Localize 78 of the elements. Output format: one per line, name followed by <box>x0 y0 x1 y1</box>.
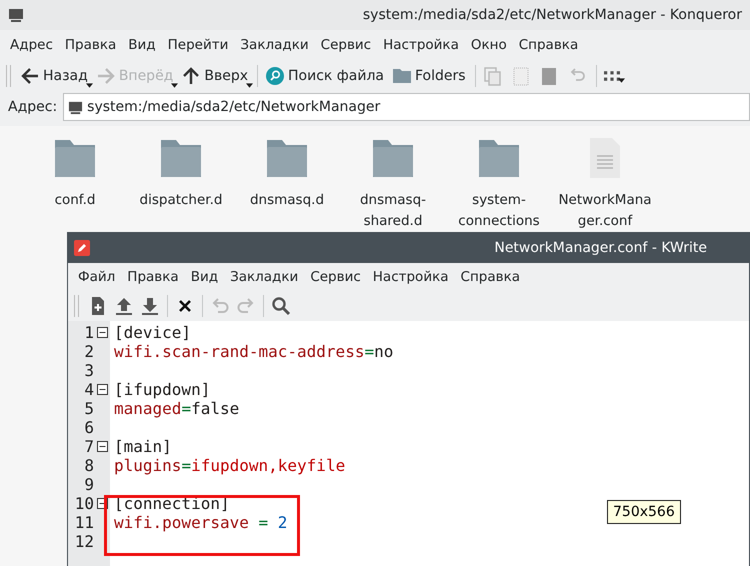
line-number: 12 <box>74 532 94 551</box>
menu-item[interactable]: Перейти <box>162 37 234 53</box>
menu-item[interactable]: Вид <box>122 37 162 53</box>
code-line: [main] <box>114 437 172 456</box>
folder-icon <box>392 66 412 86</box>
window-title: NetworkManager.conf - KWrite <box>494 240 707 256</box>
fold-toggle-icon[interactable] <box>96 441 108 452</box>
menu-item[interactable]: Правка <box>121 269 185 285</box>
line-number: 9 <box>84 475 94 494</box>
toolbar-button[interactable]: Назад <box>17 64 93 88</box>
address-label: Адрес: <box>8 99 58 115</box>
folder-icon[interactable] <box>372 138 414 178</box>
caret-icon <box>86 83 93 88</box>
menu-item[interactable]: Адрес <box>4 37 59 53</box>
line-number: 8 <box>84 456 94 475</box>
code-line: wifi.powersave = 2 <box>114 513 288 532</box>
folder-icon[interactable] <box>478 138 520 178</box>
line-number: 11 <box>74 513 94 532</box>
toolbar-button[interactable]: Поиск файла <box>262 64 389 88</box>
search-icon <box>265 66 286 86</box>
code-line: plugins=ifupdown,keyfile <box>114 456 346 475</box>
menu-item[interactable]: Правка <box>58 37 122 53</box>
address-field[interactable]: system:/media/sda2/etc/NetworkManager <box>63 93 750 121</box>
menu-item[interactable]: Закладки <box>234 37 315 53</box>
menu-item[interactable]: Окно <box>464 37 513 53</box>
window-title: system:/media/sda2/etc/NetworkManager - Konqueror <box>362 7 742 23</box>
size-tooltip: 750x566 <box>607 500 681 524</box>
back-arrow-icon <box>20 66 40 86</box>
fold-toggle-icon[interactable] <box>96 327 108 338</box>
code-line: [connection] <box>114 494 230 513</box>
code-line: managed=false <box>114 399 240 418</box>
folder-icon[interactable] <box>54 138 96 178</box>
copy-icon <box>482 66 503 86</box>
line-number: 1 <box>84 323 94 342</box>
menu-item[interactable]: Сервис <box>314 37 378 53</box>
line-number: 10 <box>74 494 94 513</box>
search-icon <box>271 296 291 316</box>
line-number: 5 <box>84 399 94 418</box>
redo-icon <box>236 296 256 316</box>
caret-icon <box>618 78 625 83</box>
file-name[interactable]: dnsmasq.d <box>237 190 337 211</box>
monitor-icon <box>8 7 24 23</box>
menu-item[interactable]: Справка <box>454 269 526 285</box>
file-name[interactable]: dnsmasq-shared.d <box>343 190 443 232</box>
menu-item[interactable]: Сервис <box>304 269 367 285</box>
menu-item[interactable]: Настройка <box>366 269 455 285</box>
caret-icon <box>246 83 254 88</box>
code-line: [ifupdown] <box>114 380 210 399</box>
up-arrow-icon <box>181 66 202 86</box>
menu-item[interactable]: Справка <box>512 37 584 53</box>
folder-icon[interactable] <box>266 138 308 178</box>
pencil-icon <box>74 240 90 256</box>
file-name[interactable]: conf.d <box>25 190 125 211</box>
upload-arrow-icon <box>114 296 134 316</box>
download-arrow-icon <box>140 296 160 316</box>
toolbar-button[interactable]: Folders <box>389 64 471 88</box>
menu-item[interactable]: Файл <box>72 269 122 285</box>
undo-icon <box>210 296 230 316</box>
menu-item[interactable]: Вид <box>184 269 224 285</box>
line-number: 6 <box>84 418 94 437</box>
line-number: 4 <box>84 380 94 399</box>
grid-icon <box>604 71 620 81</box>
file-name[interactable]: NetworkManager.conf <box>555 190 655 232</box>
forward-arrow-icon <box>96 66 116 86</box>
code-line: wifi.scan-rand-mac-address=no <box>114 342 394 361</box>
file-name[interactable]: dispatcher.d <box>131 190 231 211</box>
line-number: 2 <box>84 342 94 361</box>
menu-item[interactable]: Настройка <box>377 37 465 53</box>
file-name[interactable]: system-connections <box>449 190 549 232</box>
menu-item[interactable]: Закладки <box>224 269 304 285</box>
fold-toggle-icon[interactable] <box>96 384 108 395</box>
line-number: 3 <box>84 361 94 380</box>
monitor-icon <box>68 100 84 114</box>
folder-icon[interactable] <box>160 138 202 178</box>
caret-icon <box>171 83 178 88</box>
toolbar-button[interactable]: Вверх <box>178 64 254 88</box>
code-line: [device] <box>114 323 192 342</box>
line-number: 7 <box>84 437 94 456</box>
